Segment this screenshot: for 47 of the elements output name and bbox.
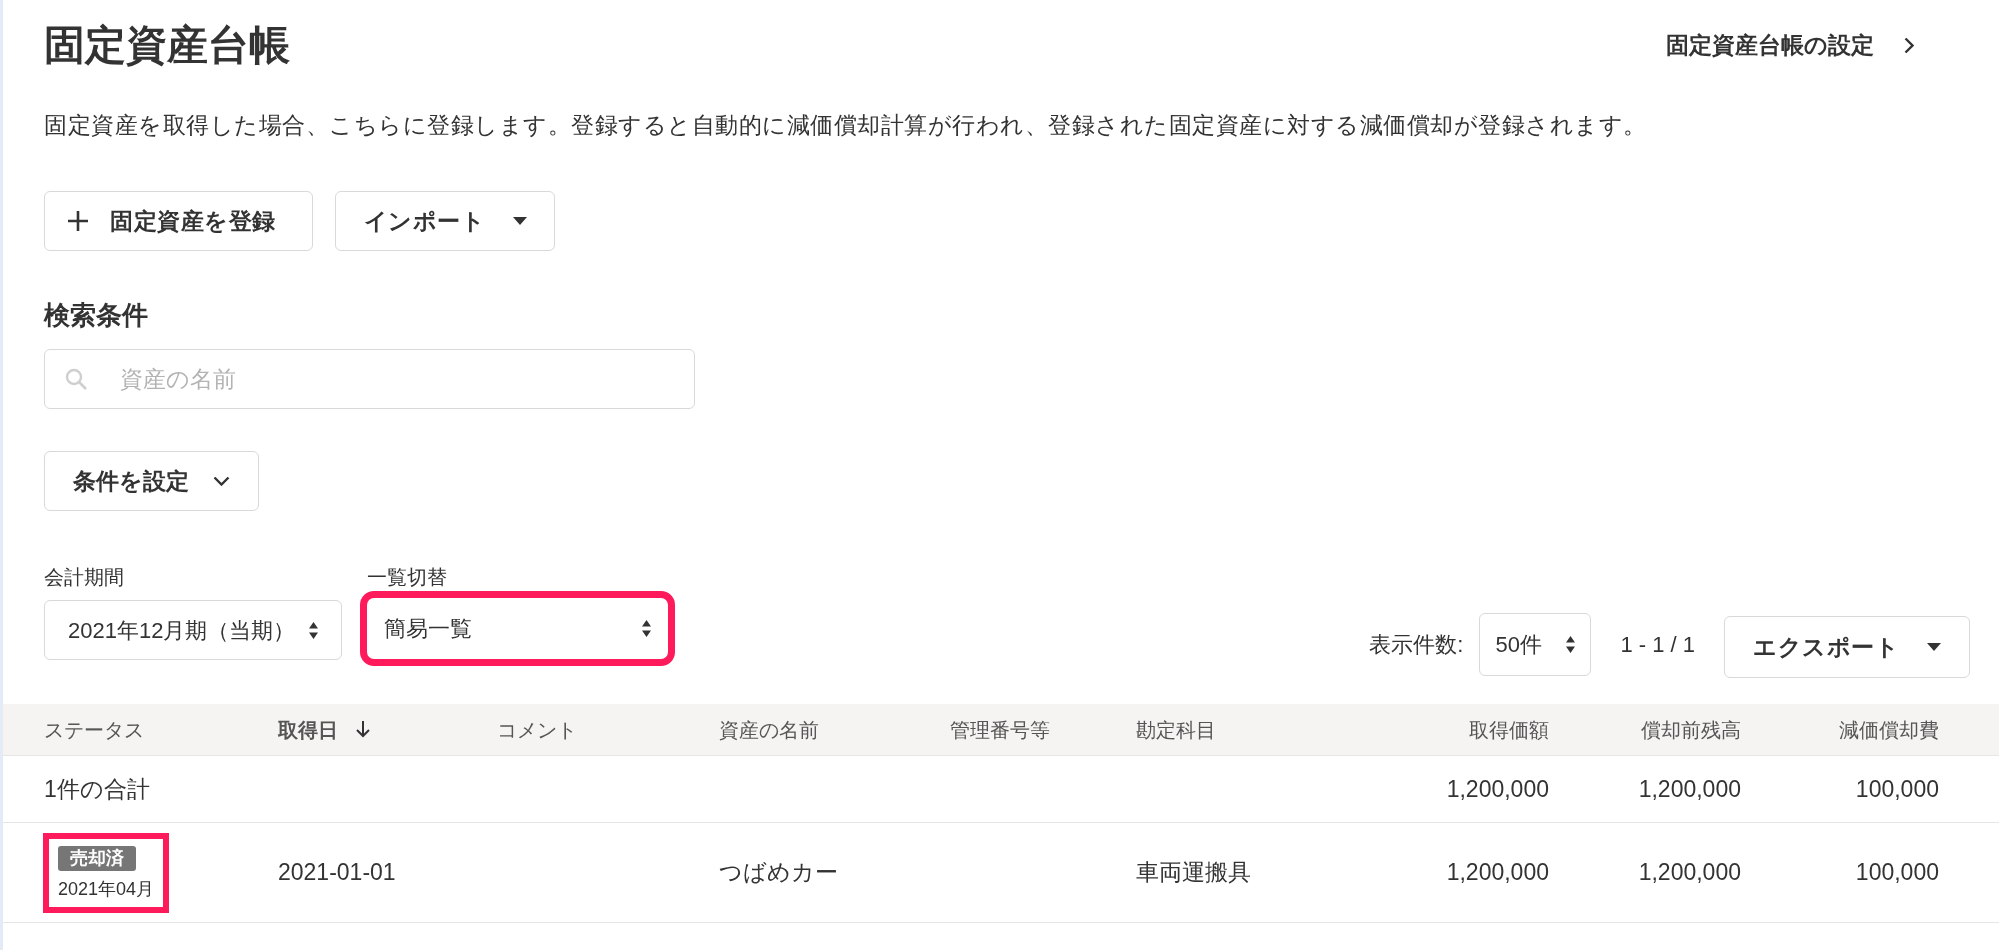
table-cell: 車両運搬具 [1136, 859, 1251, 886]
per-page-label: 表示件数: [1369, 630, 1464, 659]
status-badge: 売却済 [58, 845, 136, 871]
chevron-down-icon [213, 476, 230, 486]
table-cell: 1,200,000 [1446, 775, 1549, 802]
column-header: 償却前残高 [1641, 717, 1741, 743]
filter-conditions-button[interactable]: 条件を設定 [44, 451, 259, 511]
table-cell: つばめカー [719, 859, 838, 886]
table-cell: 1,200,000 [1638, 859, 1741, 886]
summary-label: 1件の合計 [44, 775, 150, 802]
status-date: 2021年04月 [58, 878, 155, 900]
section-heading: 検索条件 [44, 298, 148, 332]
table-cell: 2021-01-01 [278, 859, 396, 886]
field-label: 会計期間 [44, 565, 125, 590]
select-arrows-icon [309, 621, 318, 639]
select-field[interactable]: 2021年12月期（当期） [44, 600, 342, 660]
table-cell: 100,000 [1855, 859, 1939, 886]
import-button[interactable]: インポート [334, 191, 555, 251]
settings-link[interactable]: 固定資産台帳の設定 [1666, 27, 1914, 63]
chevron-right-icon [1904, 36, 1914, 54]
column-header: ステータス [44, 717, 144, 743]
table-cell: 100,000 [1855, 775, 1939, 802]
caret-down-icon [513, 217, 527, 225]
column-header: 取得価額 [1469, 717, 1549, 743]
page-description: 固定資産を取得した場合、こちらに登録します。登録すると自動的に減価償却計算が行われ、登録された固定資産に対する減価償却が登録されます。 [44, 110, 1647, 140]
page-title: 固定資産台帳 [44, 24, 290, 66]
export-button[interactable]: エクスポート [1724, 616, 1970, 678]
select-arrows-icon [642, 620, 651, 637]
per-page-select[interactable]: 50件 [1479, 612, 1592, 676]
arrow-down-icon [356, 721, 370, 738]
page-range: 1 - 1 / 1 [1620, 630, 1695, 659]
column-header: コメント [497, 717, 577, 743]
select-arrows-icon [1566, 635, 1576, 653]
select-field[interactable]: 簡易一覧 [360, 591, 675, 666]
search-icon [65, 368, 87, 390]
search-field[interactable]: 資産の名前 [44, 349, 695, 409]
column-header: 資産の名前 [719, 717, 819, 743]
column-header: 減価償却費 [1839, 717, 1939, 743]
field-label: 一覧切替 [367, 565, 448, 590]
table-cell: 1,200,000 [1446, 859, 1549, 886]
column-header: 勘定科目 [1136, 717, 1216, 743]
column-header: 管理番号等 [950, 717, 1050, 743]
table-cell: 1,200,000 [1638, 775, 1741, 802]
register-asset-button[interactable]: 固定資産を登録 [44, 191, 313, 251]
caret-down-icon [1927, 643, 1941, 651]
plus-icon [68, 211, 88, 231]
column-header[interactable]: 取得日 [278, 714, 370, 745]
